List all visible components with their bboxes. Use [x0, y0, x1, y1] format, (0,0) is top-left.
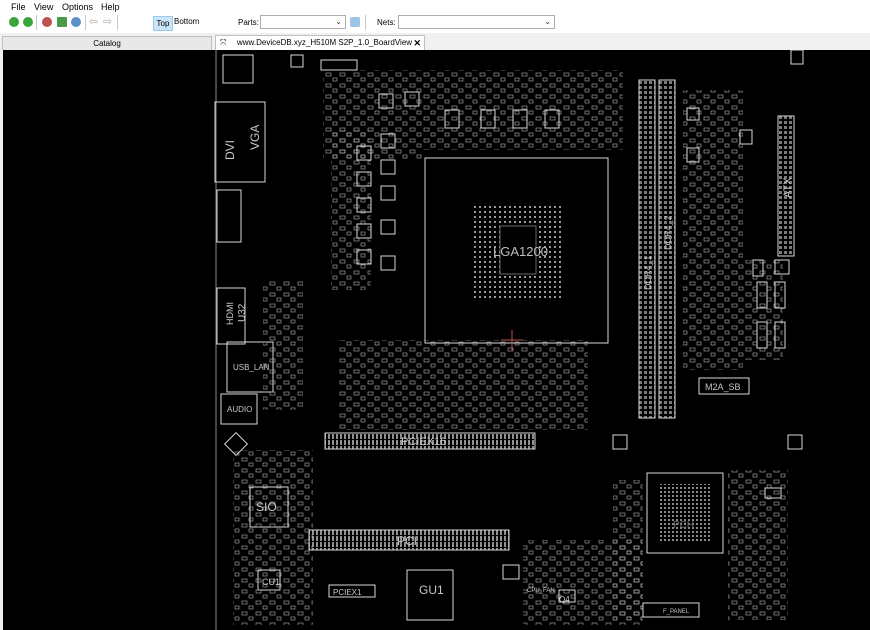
fit-icon[interactable] — [57, 17, 67, 27]
pciex1-label: PCIEX1 — [333, 588, 362, 597]
f-panel-label: F_PANEL — [663, 609, 690, 615]
gu1-label: GU1 — [419, 583, 444, 597]
menu-file[interactable]: File — [11, 2, 26, 12]
nets-combo[interactable]: ⌄ — [398, 15, 555, 29]
parts-label: Parts: — [238, 18, 259, 27]
forward-arrow-icon[interactable]: ⇨ — [103, 15, 112, 28]
bottom-side-button[interactable]: Bottom — [174, 17, 199, 26]
tab-catalog[interactable]: Catalog — [2, 36, 212, 50]
dimm1-label: DDR4_1 — [643, 255, 653, 290]
menu-options[interactable]: Options — [62, 2, 93, 12]
chevron-down-icon: ⌄ — [544, 17, 551, 26]
find-part-icon[interactable] — [350, 17, 360, 27]
sio-label: SIO — [256, 500, 277, 514]
toolbar-separator — [365, 15, 366, 30]
zoom-in-icon[interactable] — [42, 17, 52, 27]
pciex16-label: PCIEX16 — [401, 436, 446, 448]
dvi-label: DVI — [223, 140, 237, 160]
close-icon[interactable]: ✕ — [413, 36, 421, 50]
dimm2-label: DDR4_2 — [663, 215, 673, 250]
vga-label: VGA — [248, 125, 262, 150]
m2-label: M2A_SB — [705, 382, 741, 392]
zoom-out-icon[interactable] — [71, 17, 81, 27]
top-side-button[interactable]: Top — [153, 16, 173, 31]
chevron-down-icon: ⌄ — [335, 17, 342, 26]
menu-bar: File View Options Help — [0, 0, 870, 13]
board-canvas[interactable]: LGA1200 PCIEX16 PCI SIO GU1 PCH M2A_SB C… — [3, 50, 870, 630]
hdmi-label: HDMI — [225, 302, 235, 325]
menu-view[interactable]: View — [34, 2, 53, 12]
usb-lan-label: USB_LAN — [233, 363, 270, 372]
toolbar-separator — [36, 15, 37, 30]
toolbar-separator — [117, 15, 118, 30]
toolbar: ⇦ ⇨ Top Bottom Parts: ⌄ Nets: ⌄ — [0, 13, 870, 33]
pch-label: PCH — [673, 520, 694, 531]
menu-help[interactable]: Help — [101, 2, 120, 12]
back-arrow-icon[interactable]: ⇦ — [89, 15, 98, 28]
u32-label: U32 — [237, 303, 248, 322]
q4-label: Q4 — [559, 595, 570, 604]
tab-boardview[interactable]: ⤧ www.DeviceDB.xyz_H510M S2P_1.0_BoardVi… — [215, 35, 425, 50]
atx-label: ATX — [782, 177, 794, 198]
nets-label: Nets: — [377, 18, 396, 27]
cu1-label: CU1 — [262, 577, 280, 587]
tab-strip: Catalog ⤧ www.DeviceDB.xyz_H510M S2P_1.0… — [0, 33, 870, 50]
save-green-icon[interactable] — [23, 17, 33, 27]
audio-label: AUDIO — [227, 405, 252, 414]
pin-icon[interactable]: ⤧ — [220, 36, 226, 50]
tab-boardview-title: www.DeviceDB.xyz_H510M S2P_1.0_BoardView — [237, 38, 413, 47]
parts-combo[interactable]: ⌄ — [260, 15, 346, 29]
board-drawing: LGA1200 PCIEX16 PCI SIO GU1 PCH M2A_SB C… — [214, 50, 804, 630]
cpu-label: LGA1200 — [493, 244, 548, 259]
open-green-icon[interactable] — [9, 17, 19, 27]
toolbar-separator — [85, 15, 86, 30]
pci-label: PCI — [397, 534, 417, 548]
cpu-fan-label: CPU_FAN — [527, 588, 555, 594]
